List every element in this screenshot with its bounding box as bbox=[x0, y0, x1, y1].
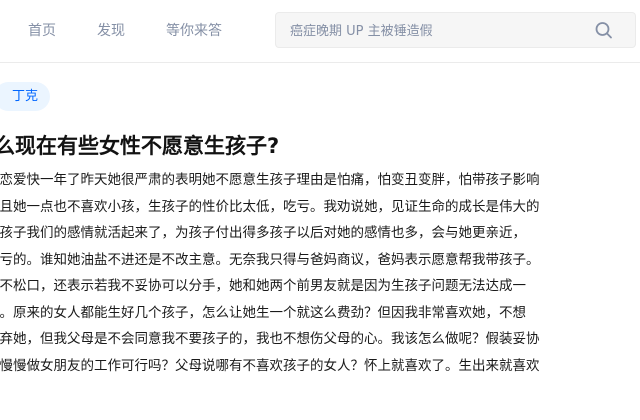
nav-discover[interactable]: 发现 bbox=[97, 20, 125, 40]
search-icon bbox=[595, 22, 612, 39]
description-line: 吃亏的。谁知她油盐不进还是不改主意。无奈我只得与爸妈商议，爸妈表示愿意帮我带孩子… bbox=[0, 251, 540, 268]
question-description: 友恋爱快一年了昨天她很严肃的表明她不愿意生孩子理由是怕痛，怕变丑变胖，怕带孩子影… bbox=[0, 167, 640, 379]
search-input[interactable] bbox=[288, 20, 592, 42]
description-line: 了孩子我们的感情就活起来了，为孩子付出得多孩子以后对她的感情也多，会与她更亲近， bbox=[0, 225, 526, 241]
search-button[interactable] bbox=[588, 17, 620, 43]
description-line: 并且她一点也不喜欢小孩，生孩子的性价比太低，吃亏。我劝说她，见证生命的成长是伟大… bbox=[0, 198, 540, 215]
topic-tag[interactable]: 丁克 bbox=[0, 82, 51, 111]
description-line: 是不松口，还表示若我不妥协可以分手，她和她两个前男友就是因为生孩子问题无法达成一 bbox=[0, 278, 526, 294]
description-line: 友恋爱快一年了昨天她很严肃的表明她不愿意生孩子理由是怕痛，怕变丑变胖，怕带孩子影… bbox=[0, 172, 540, 188]
description-line: 放弃她，但我父母是不会同意我不要孩子的，我也不想伤父母的心。我该怎么做呢？假装妥… bbox=[0, 331, 540, 347]
search-box bbox=[275, 12, 636, 48]
top-navigation-bar: 首页 发现 等你来答 bbox=[0, 0, 640, 63]
nav-waiting-answers[interactable]: 等你来答 bbox=[166, 20, 222, 40]
description-line: 的。原来的女人都能生好几个孩子，怎么让她生一个就这么费劲？但因我非常喜欢她，不想 bbox=[0, 304, 526, 321]
question-title[interactable]: 么现在有些女性不愿意生孩子? bbox=[0, 130, 279, 160]
nav-home[interactable]: 首页 bbox=[28, 20, 56, 40]
description-line: 后慢慢做女朋友的工作可行吗？父母说哪有不喜欢孩子的女人？怀上就喜欢了。生出来就喜… bbox=[0, 357, 540, 374]
